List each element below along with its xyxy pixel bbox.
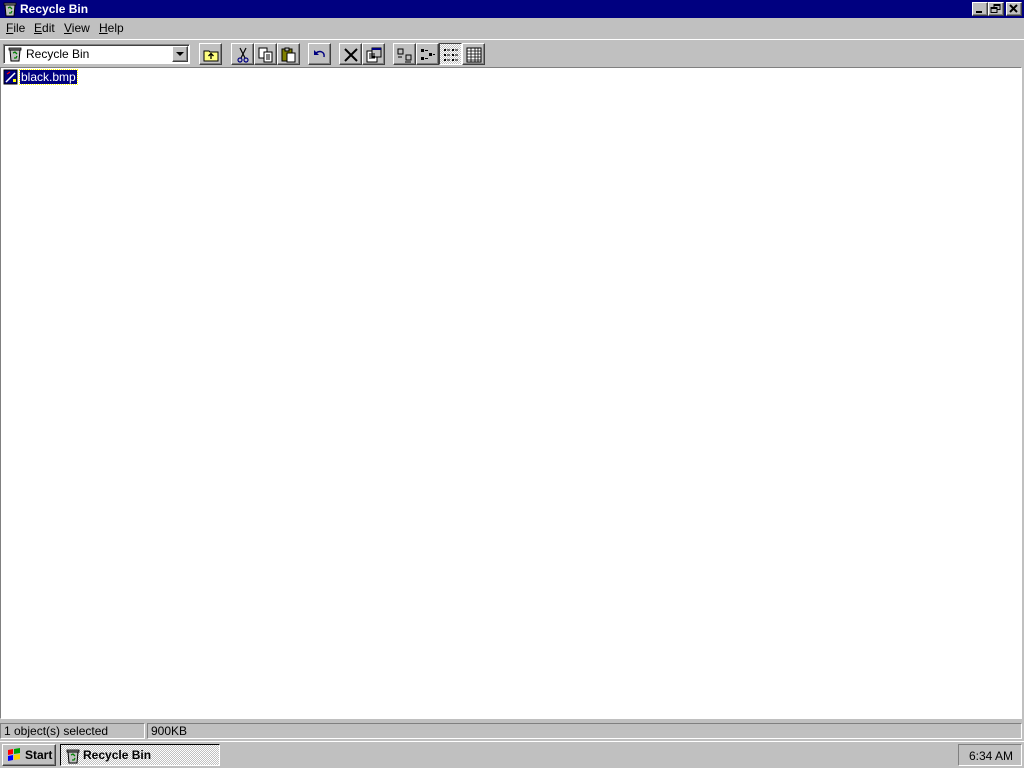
toolbar: Recycle Bin [0,39,1024,67]
paste-button[interactable] [277,43,300,65]
small-icons-icon [421,49,435,60]
menu-help-accel: H [99,21,108,35]
list-view-icon [444,49,458,61]
status-size: 900KB [147,723,1022,739]
menu-edit[interactable]: Edit [34,21,55,35]
clock[interactable]: 6:34 AM [969,749,1013,763]
file-name: black.bmp [19,69,78,85]
menu-edit-label: dit [42,21,55,35]
window-title: Recycle Bin [20,2,89,16]
recycle-bin-icon [65,748,81,767]
close-icon [1009,4,1018,13]
menu-view-accel: V [64,21,72,35]
status-bar: 1 object(s) selected 900KB [0,721,1024,741]
chevron-down-icon [176,52,184,56]
menu-bar: File Edit View Help [0,18,1024,38]
address-dropdown-button[interactable] [172,46,188,62]
close-button[interactable] [1006,2,1022,16]
recycle-bin-icon [7,46,23,65]
taskbar-recycle-bin-button[interactable]: Recycle Bin [60,744,220,766]
list-view-button[interactable] [439,43,462,65]
bitmap-file-icon [3,69,19,85]
menu-view-label: iew [71,21,90,35]
menu-file-label: ile [13,21,26,35]
taskbar: Start Recycle Bin 6:34 AM [0,741,1024,768]
properties-icon [366,47,382,63]
cut-button[interactable] [231,43,254,65]
menu-edit-accel: E [34,21,43,35]
restore-icon [990,4,1001,13]
restore-button[interactable] [988,2,1004,16]
start-button[interactable]: Start [2,744,56,766]
undo-icon [314,50,325,58]
clipboard-icon [281,47,296,63]
scissors-icon [237,47,249,63]
menu-help[interactable]: Help [99,21,124,35]
windows-logo-icon [6,748,22,765]
undo-button[interactable] [308,43,331,65]
menu-file[interactable]: File [6,21,25,35]
copy-button[interactable] [254,43,277,65]
status-selection: 1 object(s) selected [0,723,145,739]
copy-icon [258,47,273,63]
up-one-level-button[interactable] [199,43,222,65]
menu-help-label: elp [107,21,124,35]
title-bar[interactable]: Recycle Bin [0,0,1024,18]
up-folder-icon [203,50,219,62]
system-tray: 6:34 AM [958,744,1022,766]
small-icons-button[interactable] [416,43,439,65]
minimize-button[interactable] [972,2,988,16]
address-text: Recycle Bin [26,47,90,61]
recycle-bin-icon [2,1,18,17]
file-list-pane[interactable]: black.bmp [0,67,1022,719]
start-label: Start [25,748,53,762]
address-combobox[interactable]: Recycle Bin [3,44,190,64]
details-view-icon [466,47,482,63]
menu-view[interactable]: View [64,21,90,35]
properties-button[interactable] [362,43,385,65]
large-icons-button[interactable] [393,43,416,65]
minimize-icon [976,11,982,13]
taskbar-task-label: Recycle Bin [83,748,152,762]
delete-x-icon [344,48,358,62]
details-view-button[interactable] [462,43,485,65]
delete-button[interactable] [339,43,362,65]
large-icons-icon [397,48,412,63]
